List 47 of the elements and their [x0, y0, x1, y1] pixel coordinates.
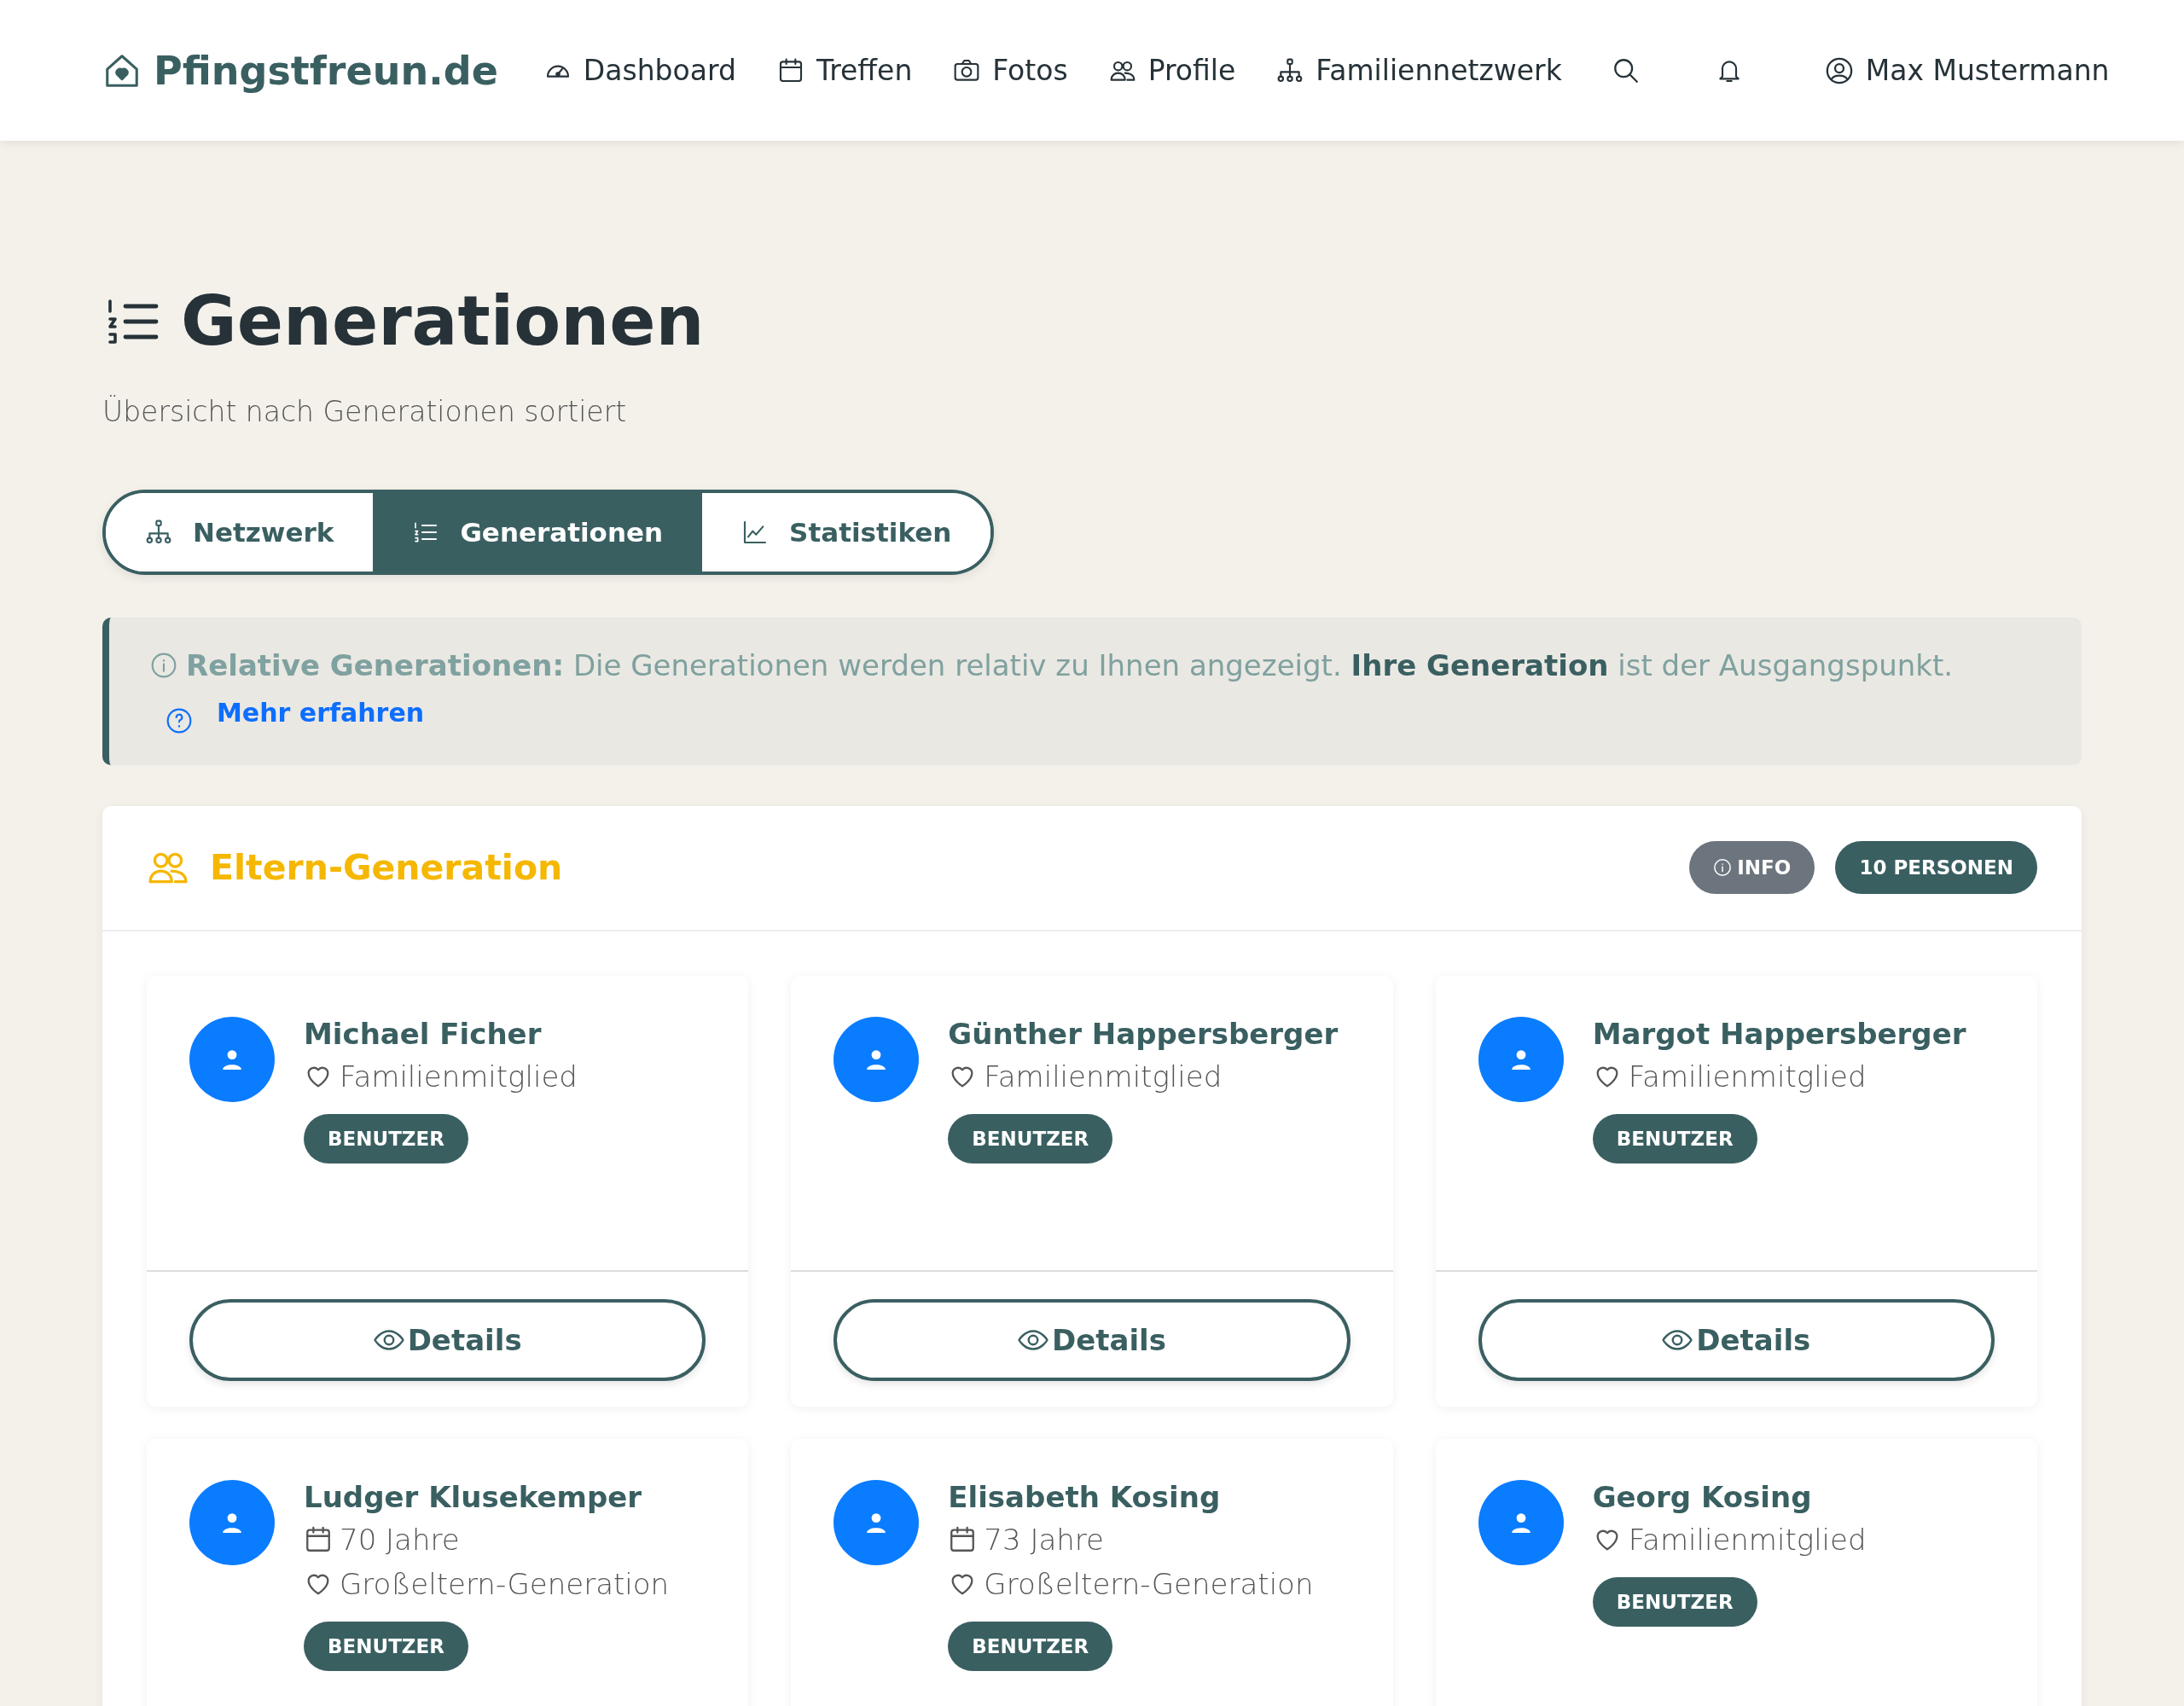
user-badge: BENUTZER [304, 1113, 468, 1163]
learn-more-link[interactable]: Mehr erfahren [217, 698, 425, 728]
person-role: Großeltern-Generation [984, 1566, 1314, 1601]
page-title: Generationen [181, 281, 705, 361]
user-badge: BENUTZER [304, 1621, 468, 1671]
details-button[interactable]: Details [834, 1298, 1350, 1381]
info-badge: INFO [1689, 841, 1815, 894]
user-badge: BENUTZER [1592, 1576, 1757, 1627]
network-icon [1276, 56, 1304, 84]
generation-title: Eltern-Generation [210, 847, 564, 888]
brand-name[interactable]: Pfingstfreun.de [154, 47, 498, 94]
user-badge: BENUTZER [1592, 1113, 1757, 1163]
person-name: Michael Ficher [304, 1016, 543, 1051]
person-name: Margot Happersberger [1592, 1016, 1966, 1051]
tab[interactable]: Generationen [373, 493, 703, 572]
user-badge: BENUTZER [948, 1113, 1113, 1163]
person-role: Familienmitglied [340, 1059, 578, 1094]
user-badge: BENUTZER [948, 1621, 1113, 1671]
person-name: Elisabeth Kosing [948, 1479, 1222, 1514]
nav-link[interactable]: Profile [1108, 54, 1236, 87]
person-role: Großeltern-Generation [340, 1566, 670, 1601]
person-role: Familienmitglied [984, 1059, 1223, 1094]
tab[interactable]: Netzwerk [106, 493, 374, 572]
nav-link[interactable]: Fotos [953, 54, 1068, 87]
calendar-icon [304, 1524, 333, 1554]
count-badge: 10 PERSONEN [1835, 841, 2037, 894]
info-text: Relative Generationen: Die Generationen werden relativ zu Ihnen angezeigt. Ihre Generation ist der Ausgangspunkt. [186, 648, 1954, 682]
person-age: 70 Jahre [340, 1522, 460, 1557]
person-age: 73 Jahre [984, 1522, 1104, 1557]
nav-link[interactable]: Familiennetzwerk [1276, 54, 1562, 87]
help-icon [166, 706, 193, 734]
person-name: Ludger Klusekemper [304, 1479, 643, 1514]
person-role: Familienmitglied [1628, 1059, 1867, 1094]
nav-link[interactable]: Dashboard [543, 54, 736, 87]
tab[interactable]: Statistiken [702, 493, 991, 572]
person-name: Georg Kosing [1592, 1479, 1813, 1514]
info-icon [150, 652, 177, 679]
person-name: Günther Happersberger [948, 1016, 1339, 1051]
details-button[interactable]: Details [1478, 1298, 1995, 1381]
nav-link[interactable]: Treffen [776, 54, 913, 87]
network-icon [145, 519, 172, 546]
user-icon [1824, 55, 1854, 85]
page-subtitle: Übersicht nach Generationen sortiert [102, 395, 628, 428]
user-menu[interactable]: Max Mustermann [1824, 54, 2110, 87]
details-button[interactable]: Details [189, 1298, 706, 1381]
info-icon [1713, 858, 1733, 877]
person-role: Familienmitglied [1628, 1522, 1867, 1557]
